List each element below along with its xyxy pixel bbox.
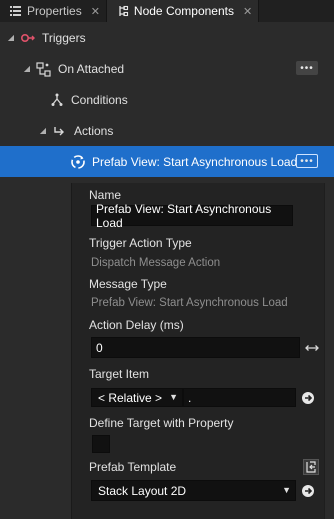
tab-bar-filler bbox=[259, 0, 334, 22]
action-delay-label: Action Delay (ms) bbox=[89, 318, 184, 332]
collapse-arrow-icon[interactable]: ◢ bbox=[6, 33, 16, 42]
tab-properties-label: Properties bbox=[27, 4, 82, 18]
close-icon[interactable]: ✕ bbox=[91, 5, 100, 18]
target-item-mode-value: < Relative > bbox=[98, 390, 163, 405]
tree-item-label: Actions bbox=[74, 123, 114, 138]
action-delay-field[interactable]: 0 bbox=[91, 337, 300, 358]
trigger-action-type-label: Trigger Action Type bbox=[89, 236, 192, 250]
actions-icon bbox=[52, 123, 68, 139]
drag-adjust-icon[interactable] bbox=[305, 341, 319, 355]
prefab-template-value: Stack Layout 2D bbox=[98, 483, 187, 498]
component-tree: ◢ Triggers ◢ On Attached ••• Conditions … bbox=[0, 22, 334, 177]
properties-list-icon bbox=[10, 5, 22, 17]
close-icon[interactable]: ✕ bbox=[243, 5, 252, 18]
tree-item-triggers[interactable]: ◢ Triggers bbox=[0, 22, 334, 53]
pick-target-arrow-icon[interactable] bbox=[301, 391, 315, 405]
pick-template-arrow-icon[interactable] bbox=[301, 484, 315, 498]
tab-bar: Properties ✕ Node Components ✕ bbox=[0, 0, 334, 22]
prefab-template-label: Prefab Template bbox=[89, 460, 177, 474]
target-item-label: Target Item bbox=[89, 367, 150, 381]
trigger-action-type-value: Dispatch Message Action bbox=[91, 257, 221, 269]
tree-item-on-attached[interactable]: ◢ On Attached ••• bbox=[0, 53, 334, 84]
trigger-icon bbox=[20, 30, 36, 46]
message-type-value: Prefab View: Start Asynchronous Load bbox=[91, 297, 288, 309]
tree-item-label: On Attached bbox=[58, 61, 125, 76]
more-options-button[interactable]: ••• bbox=[296, 61, 318, 75]
tree-item-label: Conditions bbox=[71, 92, 128, 107]
prefab-template-dropdown[interactable]: Stack Layout 2D ▼ bbox=[91, 480, 296, 501]
target-item-path-value: . bbox=[188, 390, 192, 405]
import-template-icon[interactable] bbox=[303, 459, 319, 475]
target-item-mode-dropdown[interactable]: < Relative > ▼ bbox=[91, 388, 183, 407]
more-options-button[interactable]: ••• bbox=[296, 154, 318, 168]
tree-item-actions[interactable]: ◢ Actions bbox=[0, 115, 334, 146]
collapse-arrow-icon[interactable]: ◢ bbox=[22, 64, 32, 73]
name-field[interactable]: Prefab View: Start Asynchronous Load bbox=[91, 202, 293, 230]
conditions-icon bbox=[49, 92, 65, 108]
panel-scrollbar[interactable] bbox=[324, 183, 334, 519]
tab-node-components[interactable]: Node Components ✕ bbox=[106, 0, 260, 22]
tab-node-components-label: Node Components bbox=[133, 4, 234, 18]
on-attached-icon bbox=[36, 61, 52, 77]
tree-item-selected-action[interactable]: Prefab View: Start Asynchronous Load ••• bbox=[0, 146, 334, 177]
action-details-panel: Name Prefab View: Start Asynchronous Loa… bbox=[71, 183, 324, 519]
node-components-icon bbox=[117, 5, 129, 17]
define-target-label: Define Target with Property bbox=[89, 416, 234, 430]
chevron-down-icon: ▼ bbox=[282, 485, 291, 495]
chevron-down-icon: ▼ bbox=[169, 392, 178, 402]
collapse-arrow-icon[interactable]: ◢ bbox=[38, 126, 48, 135]
tree-item-label: Triggers bbox=[42, 30, 86, 45]
action-delay-value: 0 bbox=[96, 340, 103, 355]
name-value: Prefab View: Start Asynchronous Load bbox=[96, 201, 272, 230]
target-item-path-field[interactable]: . bbox=[183, 388, 296, 407]
tree-item-conditions[interactable]: Conditions bbox=[0, 84, 334, 115]
tree-item-label: Prefab View: Start Asynchronous Load bbox=[92, 154, 298, 169]
message-type-label: Message Type bbox=[89, 277, 167, 291]
tab-properties[interactable]: Properties ✕ bbox=[0, 0, 107, 22]
async-load-icon bbox=[70, 154, 86, 170]
name-label: Name bbox=[89, 188, 122, 202]
define-target-checkbox[interactable] bbox=[92, 435, 110, 453]
